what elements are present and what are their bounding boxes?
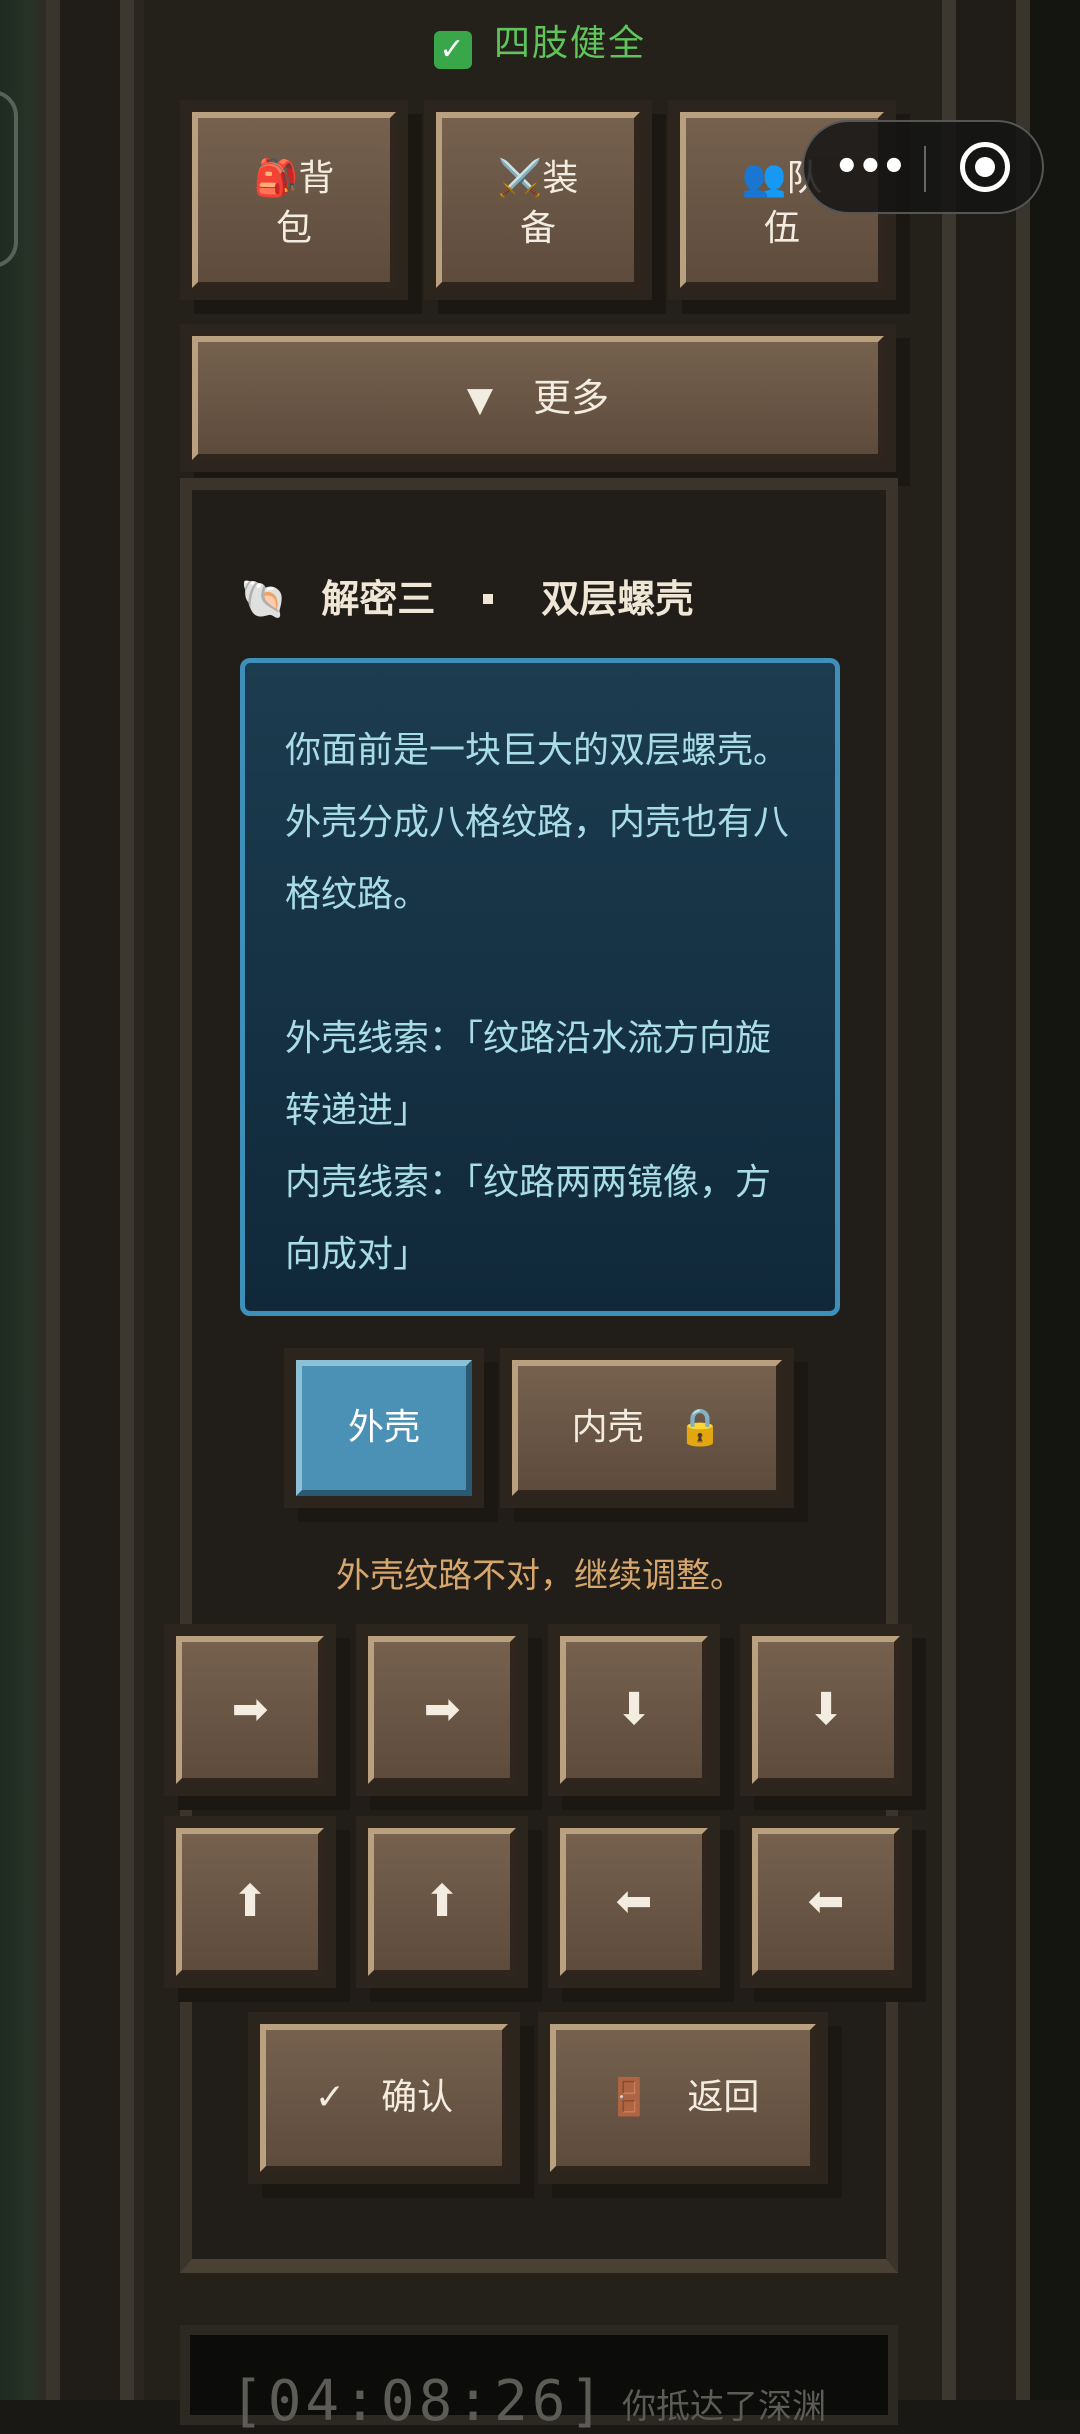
arrow-down-icon: ⬇ [615,1684,653,1735]
puzzle-description: 你面前是一块巨大的双层螺壳。 外壳分成八格纹路，内壳也有八 格纹路。 外壳线索：… [240,658,840,1316]
expand-down-icon: ▼ [466,380,494,420]
pattern-cell-2[interactable]: ➡ [368,1636,516,1784]
backpack-icon: 🎒 [253,158,299,199]
log-timestamp: [04:08:26] [230,2369,608,2434]
swords-icon: ⚔️ [497,158,543,199]
miniprogram-capsule: ••• [802,120,1044,214]
shell-icon: 🐚 [240,577,288,621]
frame-rail [956,0,1016,2400]
checkmark-icon: ✓ [314,2077,346,2118]
check-icon: ✓ [433,31,472,69]
equipment-button[interactable]: ⚔️装 备 [436,112,640,288]
background-left [0,0,46,2400]
pattern-cell-8[interactable]: ⬅ [752,1828,900,1976]
frame-rail [942,0,956,2400]
door-icon: 🚪 [606,2077,652,2118]
arrow-right-icon: ➡ [231,1684,269,1735]
frame-rail [1016,0,1030,2400]
arrow-right-icon: ➡ [423,1684,461,1735]
arrow-up-icon: ⬆ [231,1876,269,1927]
tab-inner-shell[interactable]: 内壳 🔒 [512,1360,782,1496]
pattern-cell-5[interactable]: ⬆ [176,1828,324,1976]
arrow-left-icon: ⬅ [807,1876,845,1927]
event-log: [04:08:26] 你抵达了深渊 [180,2325,898,2434]
health-status: ✓ 四肢健全 [0,14,1080,69]
back-button[interactable]: 🚪 返回 [550,2024,816,2172]
puzzle-title: 🐚 解密三 双层螺壳 [240,577,694,621]
arrow-up-icon: ⬆ [423,1876,461,1927]
health-status-text: 四肢健全 [493,23,646,64]
pattern-cell-4[interactable]: ⬇ [752,1636,900,1784]
lock-icon: 🔒 [677,1407,723,1448]
frame-rail [60,0,120,2400]
close-target-icon[interactable] [960,142,1010,192]
arrow-left-icon: ⬅ [615,1876,653,1927]
confirm-button[interactable]: ✓ 确认 [260,2024,508,2172]
frame-rail [134,0,144,2400]
pattern-cell-3[interactable]: ⬇ [560,1636,708,1784]
puzzle-hint: 外壳纹路不对，继续调整。 [336,1556,744,1596]
arrow-down-icon: ⬇ [807,1684,845,1735]
more-button[interactable]: ▼ 更多 [192,336,884,460]
pattern-cell-7[interactable]: ⬅ [560,1828,708,1976]
log-message: 你抵达了深渊 [622,2387,826,2427]
tab-outer-shell[interactable]: 外壳 [296,1360,472,1496]
more-options-icon[interactable]: ••• [834,147,907,187]
frame-rail [1030,0,1080,2400]
frame-rail [46,0,60,2400]
pattern-cell-1[interactable]: ➡ [176,1636,324,1784]
title-separator [483,594,494,604]
capsule-divider [924,146,926,192]
frame-rail [120,0,134,2400]
pattern-cell-6[interactable]: ⬆ [368,1828,516,1976]
side-hex-decoration [0,90,18,268]
backpack-button[interactable]: 🎒背 包 [192,112,396,288]
team-icon: 👥 [741,158,787,199]
